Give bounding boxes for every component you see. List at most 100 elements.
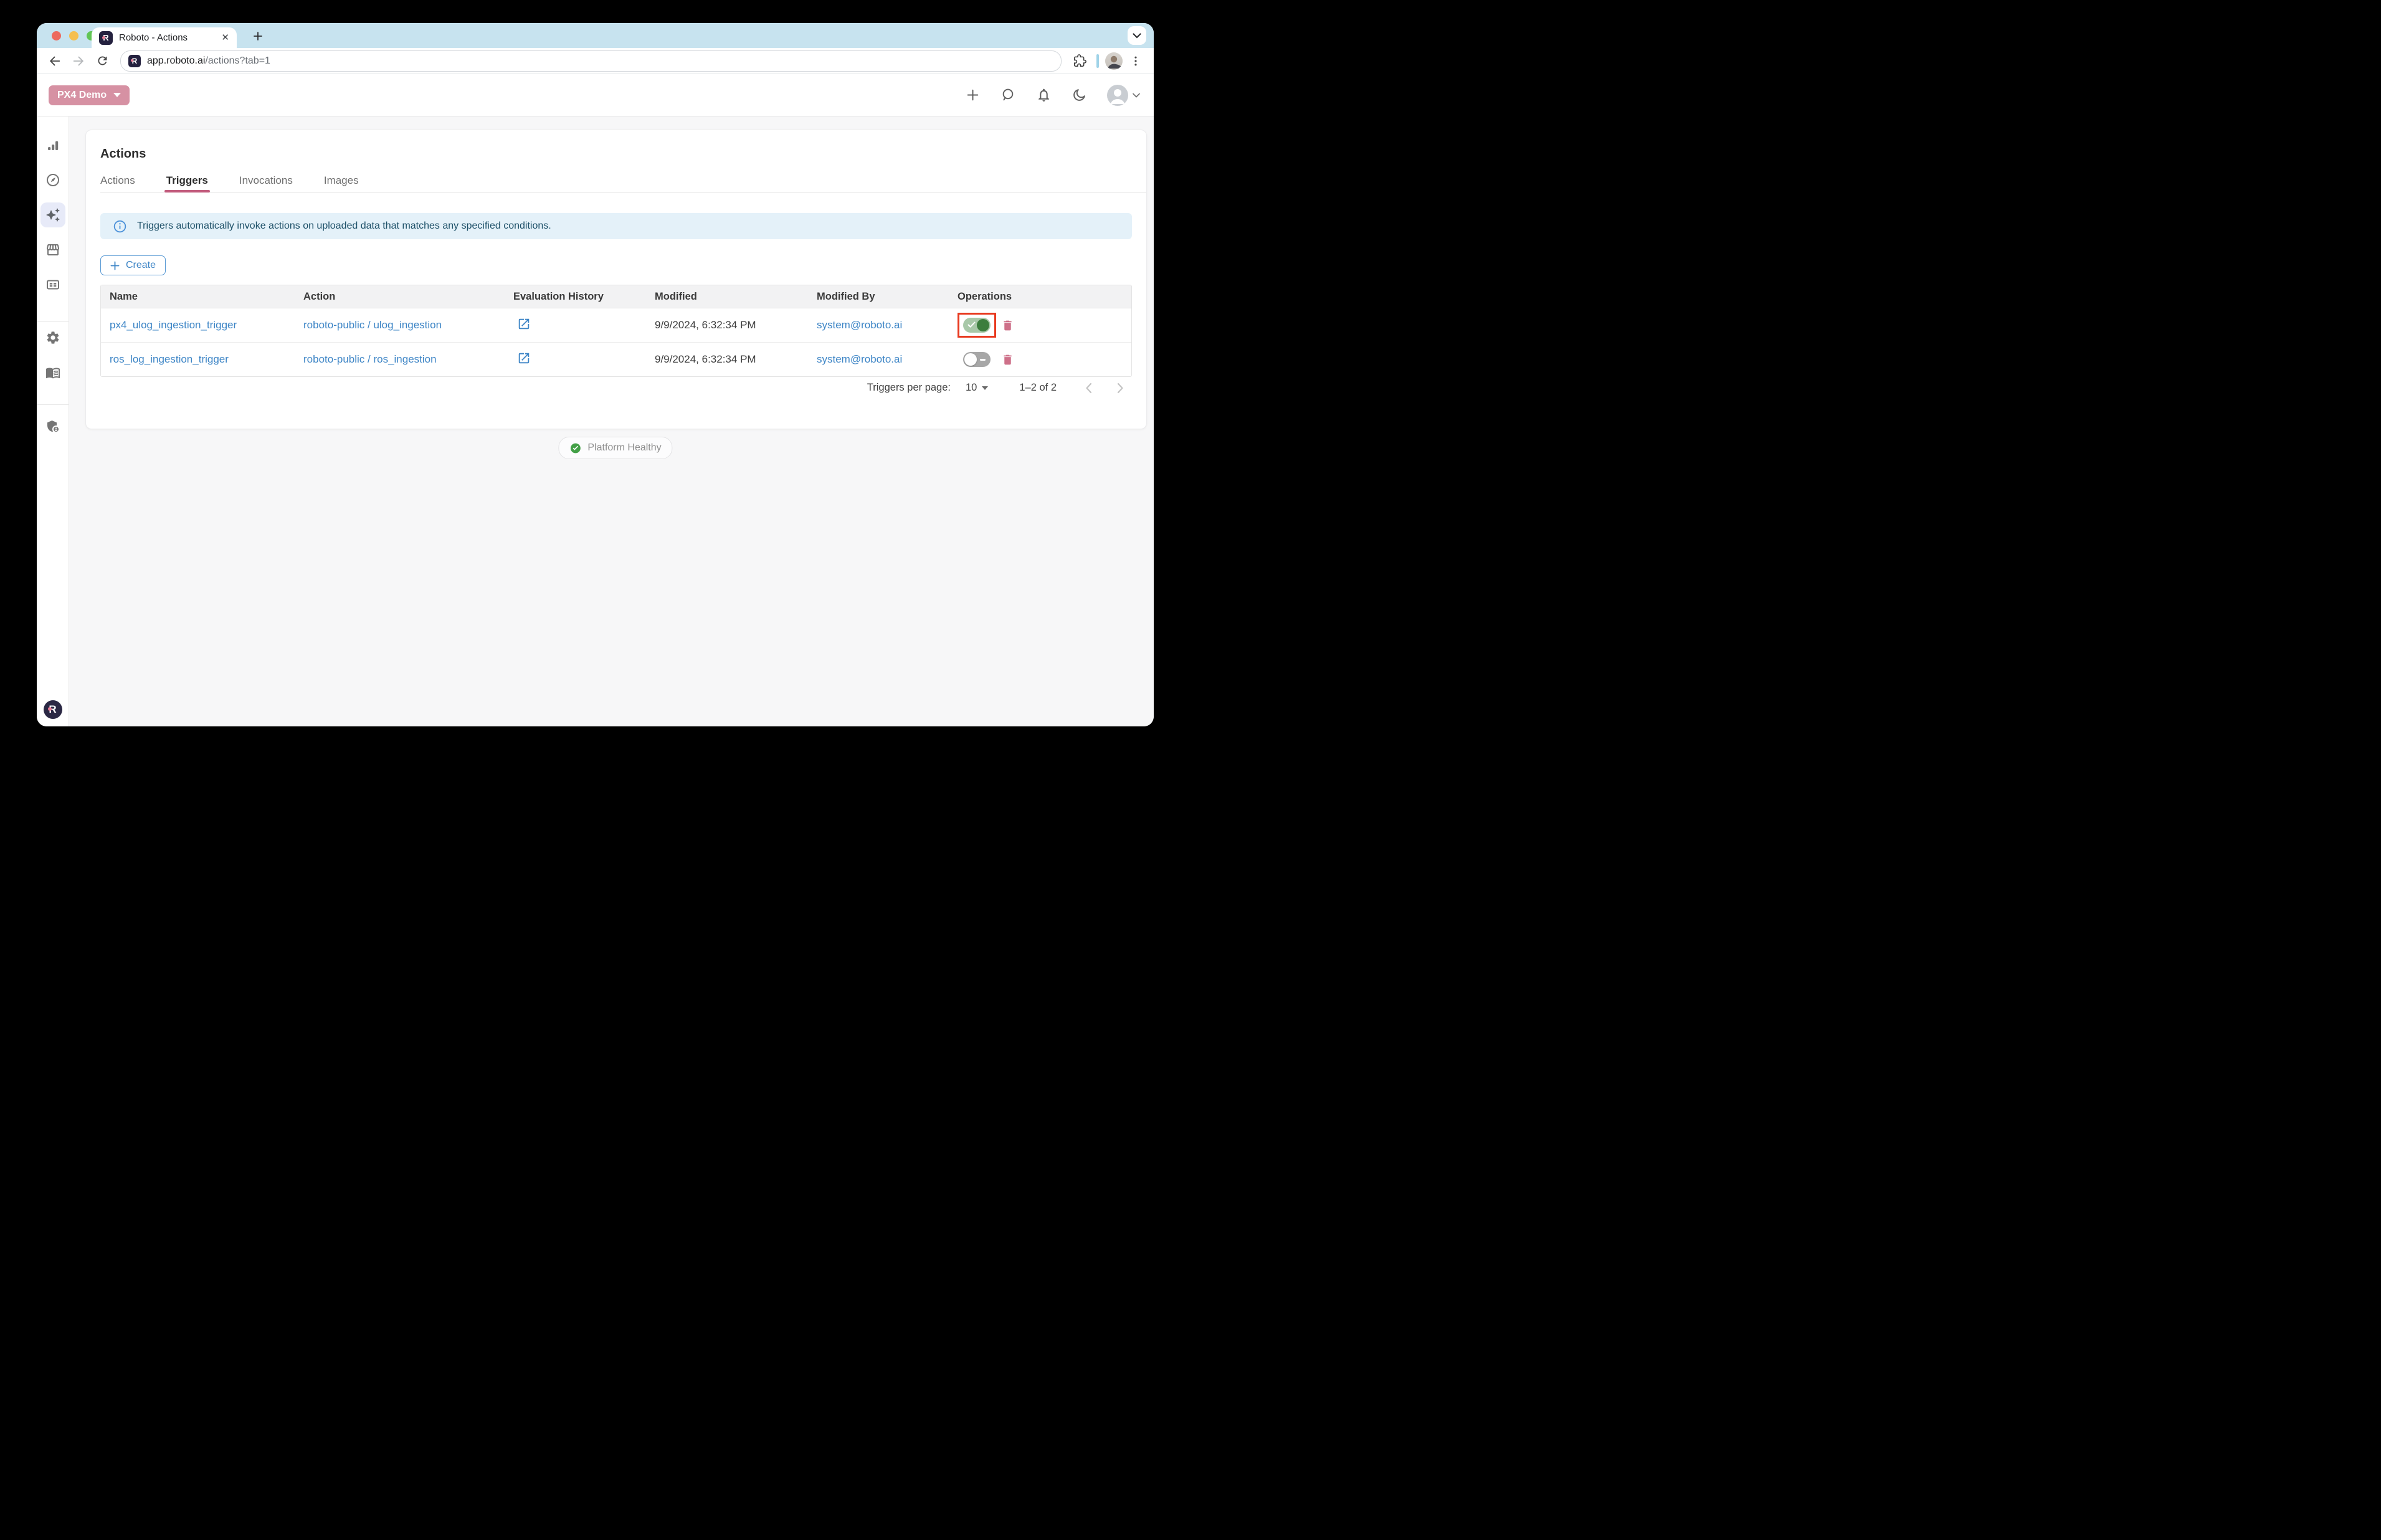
actions-card: Actions Actions Triggers Invocations Ima… [85, 130, 1147, 429]
column-action: Action [295, 291, 505, 303]
trigger-enabled-toggle[interactable] [963, 352, 991, 367]
page-title: Actions [100, 146, 1146, 161]
browser-window: R Roboto - Actions ✕ R app.roboto.ai/act… [37, 23, 1154, 726]
table-row: px4_ulog_ingestion_trigger roboto-public… [101, 308, 1131, 343]
action-link[interactable]: roboto-public / ros_ingestion [303, 353, 437, 365]
trash-icon [1001, 319, 1014, 332]
evaluation-history-external-link-icon[interactable] [517, 317, 531, 334]
browser-menu-kebab-icon[interactable] [1125, 50, 1146, 72]
sidebar-item-explore[interactable] [40, 168, 65, 192]
modified-by-link[interactable]: system@roboto.ai [817, 353, 902, 365]
check-icon [967, 321, 976, 328]
trigger-name-link[interactable]: ros_log_ingestion_trigger [110, 353, 229, 365]
app-header: PX4 Demo [37, 74, 1154, 116]
user-menu[interactable] [1107, 85, 1140, 106]
create-button[interactable]: Create [100, 255, 166, 275]
table-header: Name Action Evaluation History Modified … [101, 285, 1131, 308]
browser-tab-strip: R Roboto - Actions ✕ [37, 23, 1154, 48]
sidebar-divider [37, 321, 69, 322]
extensions-icon[interactable] [1069, 50, 1090, 72]
delete-trigger-button[interactable] [1001, 319, 1014, 332]
card-grid-icon [45, 277, 60, 292]
trash-icon [1001, 353, 1014, 366]
tab-invocations[interactable]: Invocations [239, 174, 293, 188]
tab-actions[interactable]: Actions [100, 174, 135, 188]
info-banner: Triggers automatically invoke actions on… [100, 213, 1132, 239]
tab-triggers[interactable]: Triggers [166, 174, 208, 188]
forward-button[interactable] [68, 50, 89, 72]
sidebar-item-admin[interactable] [40, 414, 65, 439]
search-icon[interactable] [1000, 87, 1016, 103]
delete-trigger-button[interactable] [1001, 353, 1014, 366]
shield-person-icon [45, 419, 60, 434]
modified-timestamp: 9/9/2024, 6:32:34 PM [646, 319, 808, 331]
sidebar-item-collections[interactable] [40, 272, 65, 297]
sparkles-icon [45, 207, 60, 222]
compass-icon [45, 173, 60, 188]
trigger-enabled-toggle[interactable] [963, 318, 991, 333]
tab-search-chevron-button[interactable] [1128, 26, 1146, 45]
gear-icon [45, 330, 60, 345]
platform-status-badge[interactable]: Platform Healthy [558, 437, 672, 459]
dash-icon [980, 359, 986, 361]
per-page-label: Triggers per page: [867, 382, 951, 394]
url-text: app.roboto.ai/actions?tab=1 [147, 55, 270, 67]
action-link[interactable]: roboto-public / ulog_ingestion [303, 319, 442, 331]
trigger-name-link[interactable]: px4_ulog_ingestion_trigger [110, 319, 237, 331]
column-name: Name [101, 291, 295, 303]
sidebar-item-actions[interactable] [40, 202, 65, 227]
reload-button[interactable] [92, 50, 113, 72]
page-range: 1–2 of 2 [1019, 382, 1057, 394]
column-operations: Operations [949, 291, 1131, 303]
sidebar-item-analytics[interactable] [40, 133, 65, 158]
sidebar-divider [37, 404, 69, 405]
browser-profile-avatar[interactable] [1105, 52, 1123, 70]
org-switcher-button[interactable]: PX4 Demo [49, 85, 130, 105]
window-controls [52, 31, 96, 40]
column-evaluation-history: Evaluation History [505, 291, 646, 303]
new-tab-button[interactable] [250, 28, 266, 44]
profile-theme-bar [1096, 54, 1099, 68]
table-row: ros_log_ingestion_trigger roboto-public … [101, 343, 1131, 376]
close-tab-icon[interactable]: ✕ [221, 33, 229, 42]
close-window-button[interactable] [52, 31, 61, 40]
modified-timestamp: 9/9/2024, 6:32:34 PM [646, 353, 808, 366]
dark-mode-moon-icon[interactable] [1072, 87, 1087, 103]
column-modified-by: Modified By [808, 291, 949, 303]
platform-status-label: Platform Healthy [587, 442, 661, 454]
column-modified: Modified [646, 291, 808, 303]
roboto-favicon-icon: R [99, 31, 113, 45]
chevron-right-icon [1117, 383, 1124, 394]
tab-images[interactable]: Images [324, 174, 359, 188]
roboto-favicon-icon: R [128, 55, 141, 67]
info-icon [113, 219, 127, 234]
plus-icon [110, 261, 120, 270]
previous-page-button[interactable] [1085, 383, 1092, 394]
check-circle-icon [569, 442, 581, 454]
add-button[interactable] [965, 87, 981, 103]
info-banner-text: Triggers automatically invoke actions on… [137, 221, 551, 232]
chevron-down-icon [113, 93, 121, 97]
browser-tab[interactable]: R Roboto - Actions ✕ [92, 27, 237, 48]
per-page-select[interactable]: 10 [966, 382, 988, 394]
sidebar-item-docs[interactable] [40, 360, 65, 385]
chevron-down-icon [982, 386, 988, 390]
sidebar-item-settings[interactable] [40, 325, 65, 350]
chevron-down-icon [1133, 93, 1140, 98]
evaluation-history-external-link-icon[interactable] [517, 351, 531, 368]
modified-by-link[interactable]: system@roboto.ai [817, 319, 902, 331]
url-bar[interactable]: R app.roboto.ai/actions?tab=1 [120, 50, 1062, 72]
tab-title: Roboto - Actions [119, 32, 215, 43]
sidebar-item-marketplace[interactable] [40, 237, 65, 262]
sidebar: R [37, 116, 69, 726]
back-button[interactable] [44, 50, 65, 72]
roboto-logo[interactable]: R [44, 700, 62, 719]
next-page-button[interactable] [1117, 383, 1124, 394]
annotation-box [958, 313, 996, 338]
notifications-bell-icon[interactable] [1036, 87, 1052, 103]
page-tabs: Actions Triggers Invocations Images [100, 174, 1146, 192]
user-avatar [1107, 85, 1128, 106]
chevron-left-icon [1085, 383, 1092, 394]
minimize-window-button[interactable] [69, 31, 78, 40]
main-content: Actions Actions Triggers Invocations Ima… [69, 116, 1154, 726]
